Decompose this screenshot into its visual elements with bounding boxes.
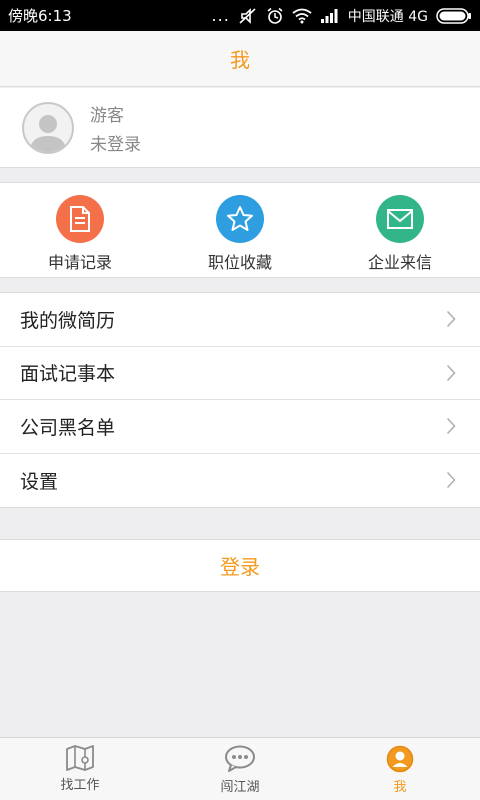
user-icon bbox=[386, 745, 414, 773]
menu-item-label: 设置 bbox=[20, 470, 59, 493]
login-state: 未登录 bbox=[90, 134, 141, 155]
tab-label: 闯江湖 bbox=[220, 780, 260, 795]
map-icon bbox=[66, 745, 94, 771]
status-icons: ... 中国联通 4G bbox=[212, 6, 472, 26]
carrier-label: 中国联通 4G bbox=[347, 8, 428, 25]
status-time: 傍晚6:13 bbox=[8, 7, 72, 25]
tab-community[interactable]: 闯江湖 bbox=[160, 738, 320, 800]
profile-card[interactable]: 游客 未登录 bbox=[0, 88, 480, 168]
menu-item-label: 面试记事本 bbox=[20, 363, 116, 386]
star-icon bbox=[216, 195, 264, 243]
page-title: 我 bbox=[230, 48, 250, 72]
chevron-right-icon bbox=[446, 418, 456, 435]
document-icon bbox=[56, 195, 104, 243]
title-bar: 我 bbox=[0, 31, 480, 87]
chat-bubble-icon bbox=[225, 745, 255, 772]
signal-icon bbox=[320, 8, 340, 24]
battery-icon bbox=[436, 7, 472, 24]
chevron-right-icon bbox=[446, 311, 456, 328]
alarm-icon bbox=[266, 7, 284, 25]
tab-label: 找工作 bbox=[60, 778, 100, 793]
chevron-right-icon bbox=[446, 472, 456, 489]
menu-item-label: 我的微简历 bbox=[20, 309, 116, 332]
envelope-icon bbox=[376, 195, 424, 243]
menu-list: 我的微简历 面试记事本 公司黑名单 设置 bbox=[0, 292, 480, 508]
quick-action-applications[interactable]: 申请记录 bbox=[0, 183, 160, 277]
tab-label: 我 bbox=[393, 780, 407, 795]
quick-action-messages[interactable]: 企业来信 bbox=[320, 183, 480, 277]
login-label: 登录 bbox=[220, 555, 260, 579]
tab-find-job[interactable]: 找工作 bbox=[0, 738, 160, 800]
chevron-right-icon bbox=[446, 364, 456, 381]
menu-item-resume[interactable]: 我的微简历 bbox=[0, 293, 480, 347]
avatar[interactable] bbox=[22, 101, 74, 154]
more-dots-icon: ... bbox=[211, 6, 230, 25]
quick-action-label: 职位收藏 bbox=[207, 253, 272, 272]
user-silhouette-icon bbox=[30, 114, 66, 152]
login-button[interactable]: 登录 bbox=[0, 539, 480, 592]
menu-item-label: 公司黑名单 bbox=[20, 416, 116, 439]
menu-item-interview-notes[interactable]: 面试记事本 bbox=[0, 347, 480, 400]
quick-action-favorites[interactable]: 职位收藏 bbox=[160, 183, 320, 277]
menu-item-company-blacklist[interactable]: 公司黑名单 bbox=[0, 400, 480, 454]
profile-name: 游客 bbox=[90, 105, 124, 126]
wifi-icon bbox=[292, 8, 312, 24]
menu-item-settings[interactable]: 设置 bbox=[0, 454, 480, 508]
status-bar: 傍晚6:13 ... 中国联通 4G bbox=[0, 0, 480, 31]
mute-icon bbox=[238, 7, 258, 25]
quick-action-label: 企业来信 bbox=[367, 253, 432, 272]
bottom-tab-bar: 找工作 闯江湖 我 bbox=[0, 737, 480, 800]
tab-me[interactable]: 我 bbox=[320, 738, 480, 800]
quick-action-label: 申请记录 bbox=[47, 253, 112, 272]
quick-actions: 申请记录 职位收藏 企业来信 bbox=[0, 182, 480, 278]
